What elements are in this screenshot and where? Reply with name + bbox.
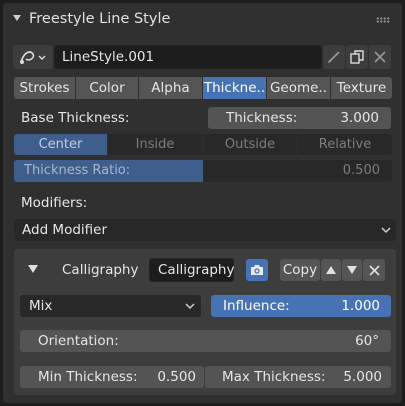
freestyle-line-style-panel: Freestyle Line Style LineStyle.001 Strok… bbox=[3, 3, 402, 403]
blend-dropdown[interactable]: Mix bbox=[20, 295, 201, 317]
move-down-button[interactable] bbox=[342, 259, 362, 281]
position-relative[interactable]: Relative bbox=[298, 134, 392, 155]
min-thickness-label: Min Thickness: bbox=[38, 369, 138, 385]
modifier-collapse-icon[interactable] bbox=[28, 265, 38, 273]
fake-user-button[interactable] bbox=[323, 45, 345, 69]
modifier-name: Calligraphy bbox=[158, 262, 235, 278]
calligraphy-modifier-box: Calligraphy Calligraphy Copy Mix Influen… bbox=[14, 249, 396, 395]
tab-strokes[interactable]: Strokes bbox=[14, 77, 76, 99]
collapse-arrow-icon[interactable] bbox=[13, 15, 21, 21]
drag-grip-icon[interactable] bbox=[376, 17, 390, 23]
max-thickness-label: Max Thickness: bbox=[222, 369, 326, 385]
blend-value: Mix bbox=[29, 298, 53, 314]
add-modifier-label: Add Modifier bbox=[22, 222, 108, 238]
tab-color[interactable]: Color bbox=[76, 77, 139, 99]
linestyle-name-field[interactable]: LineStyle.001 bbox=[54, 45, 322, 69]
linestyle-name: LineStyle.001 bbox=[62, 49, 155, 65]
min-thickness-value: 0.500 bbox=[157, 369, 196, 385]
tab-geometry[interactable]: Geome.. bbox=[267, 77, 331, 99]
thickness-ratio-slider[interactable]: Thickness Ratio: 0.500 bbox=[14, 160, 392, 182]
thickness-ratio-label: Thickness Ratio: bbox=[24, 163, 131, 178]
max-thickness-field[interactable]: Max Thickness: 5.000 bbox=[205, 366, 391, 388]
duplicate-icon bbox=[350, 50, 364, 64]
position-inside[interactable]: Inside bbox=[108, 134, 203, 155]
thickness-position-selector: Center Inside Outside Relative bbox=[14, 134, 392, 155]
linestyle-icon bbox=[20, 51, 46, 64]
influence-value: 1.000 bbox=[341, 298, 380, 314]
panel-title[interactable]: Freestyle Line Style bbox=[29, 11, 170, 27]
copy-modifier-button[interactable]: Copy bbox=[280, 259, 320, 281]
influence-slider[interactable]: Influence: 1.000 bbox=[211, 295, 391, 317]
unlink-button[interactable] bbox=[369, 45, 391, 69]
position-outside[interactable]: Outside bbox=[203, 134, 298, 155]
modifier-name-field[interactable]: Calligraphy bbox=[149, 258, 234, 282]
remove-modifier-button[interactable] bbox=[363, 259, 385, 281]
close-icon bbox=[374, 51, 386, 63]
position-center[interactable]: Center bbox=[14, 134, 108, 155]
influence-label: Influence: bbox=[223, 298, 290, 314]
add-modifier-dropdown[interactable]: Add Modifier bbox=[14, 219, 396, 241]
triangle-up-icon bbox=[326, 266, 336, 274]
brush-icon bbox=[328, 51, 340, 63]
base-thickness-label: Base Thickness: bbox=[21, 110, 130, 126]
move-up-button[interactable] bbox=[321, 259, 341, 281]
tab-alpha[interactable]: Alpha bbox=[139, 77, 203, 99]
thickness-field[interactable]: Thickness: 3.000 bbox=[208, 107, 391, 129]
chevron-down-icon bbox=[185, 303, 195, 310]
tab-texture[interactable]: Texture bbox=[331, 77, 392, 99]
min-thickness-field[interactable]: Min Thickness: 0.500 bbox=[20, 366, 204, 388]
orientation-field[interactable]: Orientation: 60° bbox=[20, 330, 391, 352]
thickness-value: 3.000 bbox=[340, 110, 379, 126]
triangle-down-icon bbox=[347, 266, 357, 274]
close-icon bbox=[368, 264, 380, 276]
modifier-type-label: Calligraphy bbox=[62, 262, 139, 278]
duplicate-button[interactable] bbox=[346, 45, 368, 69]
camera-icon bbox=[251, 265, 263, 275]
chevron-down-icon bbox=[381, 227, 391, 234]
tab-thickness[interactable]: Thickne.. bbox=[203, 77, 267, 99]
max-thickness-value: 5.000 bbox=[343, 369, 382, 385]
linestyle-browse-button[interactable] bbox=[13, 45, 53, 69]
modifiers-label: Modifiers: bbox=[21, 195, 88, 211]
thickness-ratio-value: 0.500 bbox=[342, 163, 380, 178]
orientation-label: Orientation: bbox=[38, 333, 119, 349]
orientation-value: 60° bbox=[355, 333, 379, 349]
render-toggle-button[interactable] bbox=[246, 259, 268, 281]
linestyle-tabs: Strokes Color Alpha Thickne.. Geome.. Te… bbox=[14, 77, 392, 99]
thickness-label: Thickness: bbox=[226, 110, 298, 126]
